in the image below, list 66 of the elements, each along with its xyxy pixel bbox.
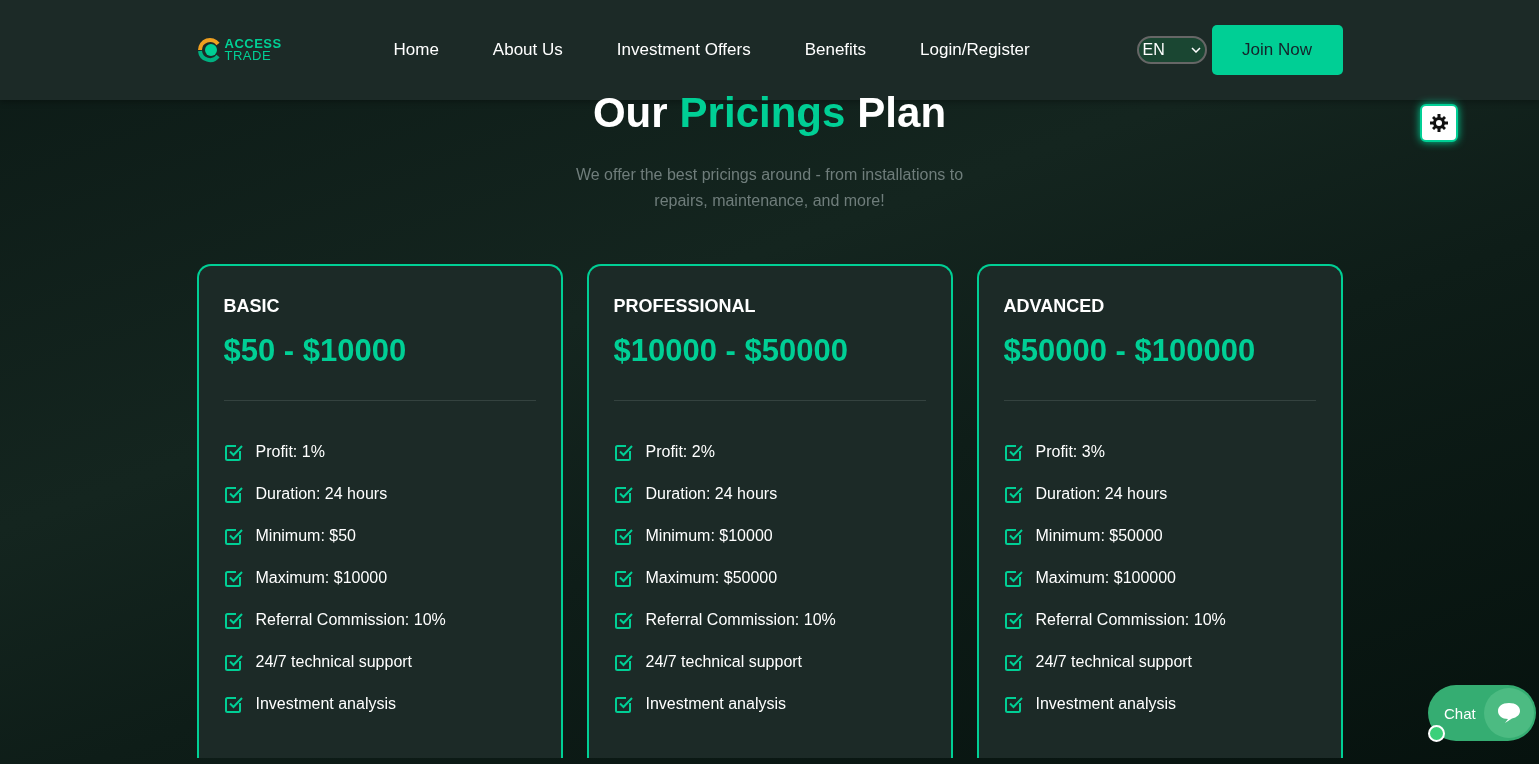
checkbox-icon (1003, 568, 1024, 588)
feature-text: Investment analysis (255, 695, 396, 713)
logo-text: ACCESS (224, 38, 282, 50)
logo-text: TRADE (224, 50, 273, 62)
settings-button[interactable] (1420, 104, 1458, 142)
checkbox-icon (1003, 652, 1024, 672)
feature-text: Maximum: $100000 (1035, 569, 1176, 587)
online-status-dot (1428, 725, 1445, 742)
feature-text: Profit: 1% (255, 443, 325, 461)
section-subtitle: We offer the best pricings around - from installations to repairs, maintenance, and more! (574, 165, 965, 211)
section-title: Plan (857, 88, 947, 138)
feature-text: 24/7 technical support (645, 653, 803, 671)
plan-name: PROFESSIONAL (613, 296, 757, 317)
checkbox-icon (613, 652, 634, 672)
feature-text: Investment analysis (1035, 695, 1176, 713)
feature-text: Profit: 3% (1035, 443, 1105, 461)
checkbox-icon (613, 568, 634, 588)
feature-text: Investment analysis (645, 695, 786, 713)
plan-price: $10000 - $50000 (613, 333, 849, 369)
feature-text: 24/7 technical support (1035, 653, 1193, 671)
checkbox-icon (223, 526, 244, 546)
feature-text: Duration: 24 hours (255, 485, 388, 503)
join-now-button[interactable]: Join Now (1211, 25, 1343, 75)
checkbox-icon (223, 652, 244, 672)
section-title: Our (592, 88, 668, 138)
language-select[interactable]: EN (1136, 36, 1207, 64)
feature-text: Referral Commission: 10% (255, 611, 446, 629)
section-title: Pricings (679, 88, 846, 138)
chevron-down-icon (1190, 47, 1201, 53)
checkbox-icon (1003, 694, 1024, 714)
checkbox-icon (223, 610, 244, 630)
nav-link[interactable]: About Us (492, 40, 563, 60)
checkbox-icon (613, 442, 634, 462)
feature-text: Duration: 24 hours (645, 485, 778, 503)
feature-text: 24/7 technical support (255, 653, 413, 671)
feature-text: Minimum: $50000 (1035, 527, 1163, 545)
nav-link[interactable]: Benefits (804, 40, 867, 60)
feature-text: Referral Commission: 10% (645, 611, 836, 629)
checkbox-icon (1003, 442, 1024, 462)
plan-name: ADVANCED (1003, 296, 1106, 317)
nav-link[interactable]: Investment Offers (616, 40, 751, 60)
feature-text: Profit: 2% (645, 443, 715, 461)
plan-price: $50 - $10000 (223, 333, 408, 369)
settings-icon (1430, 114, 1448, 132)
checkbox-icon (223, 568, 244, 588)
checkbox-icon (1003, 526, 1024, 546)
plan-price: $50000 - $100000 (1003, 333, 1257, 369)
feature-text: Minimum: $50 (255, 527, 356, 545)
chat-bubble-icon (1496, 701, 1522, 725)
checkbox-icon (223, 694, 244, 714)
feature-text: Maximum: $50000 (645, 569, 778, 587)
checkbox-icon (613, 484, 634, 504)
feature-text: Minimum: $10000 (645, 527, 773, 545)
checkbox-icon (223, 442, 244, 462)
checkbox-icon (613, 526, 634, 546)
checkbox-icon (613, 694, 634, 714)
checkbox-icon (1003, 484, 1024, 504)
feature-text: Duration: 24 hours (1035, 485, 1168, 503)
plan-name: BASIC (223, 296, 281, 317)
checkbox-icon (1003, 610, 1024, 630)
checkbox-icon (223, 484, 244, 504)
nav-link[interactable]: Login/Register (920, 40, 1030, 60)
feature-text: Maximum: $10000 (255, 569, 388, 587)
nav-link[interactable]: Home (393, 40, 439, 60)
checkbox-icon (613, 610, 634, 630)
feature-text: Referral Commission: 10% (1035, 611, 1226, 629)
